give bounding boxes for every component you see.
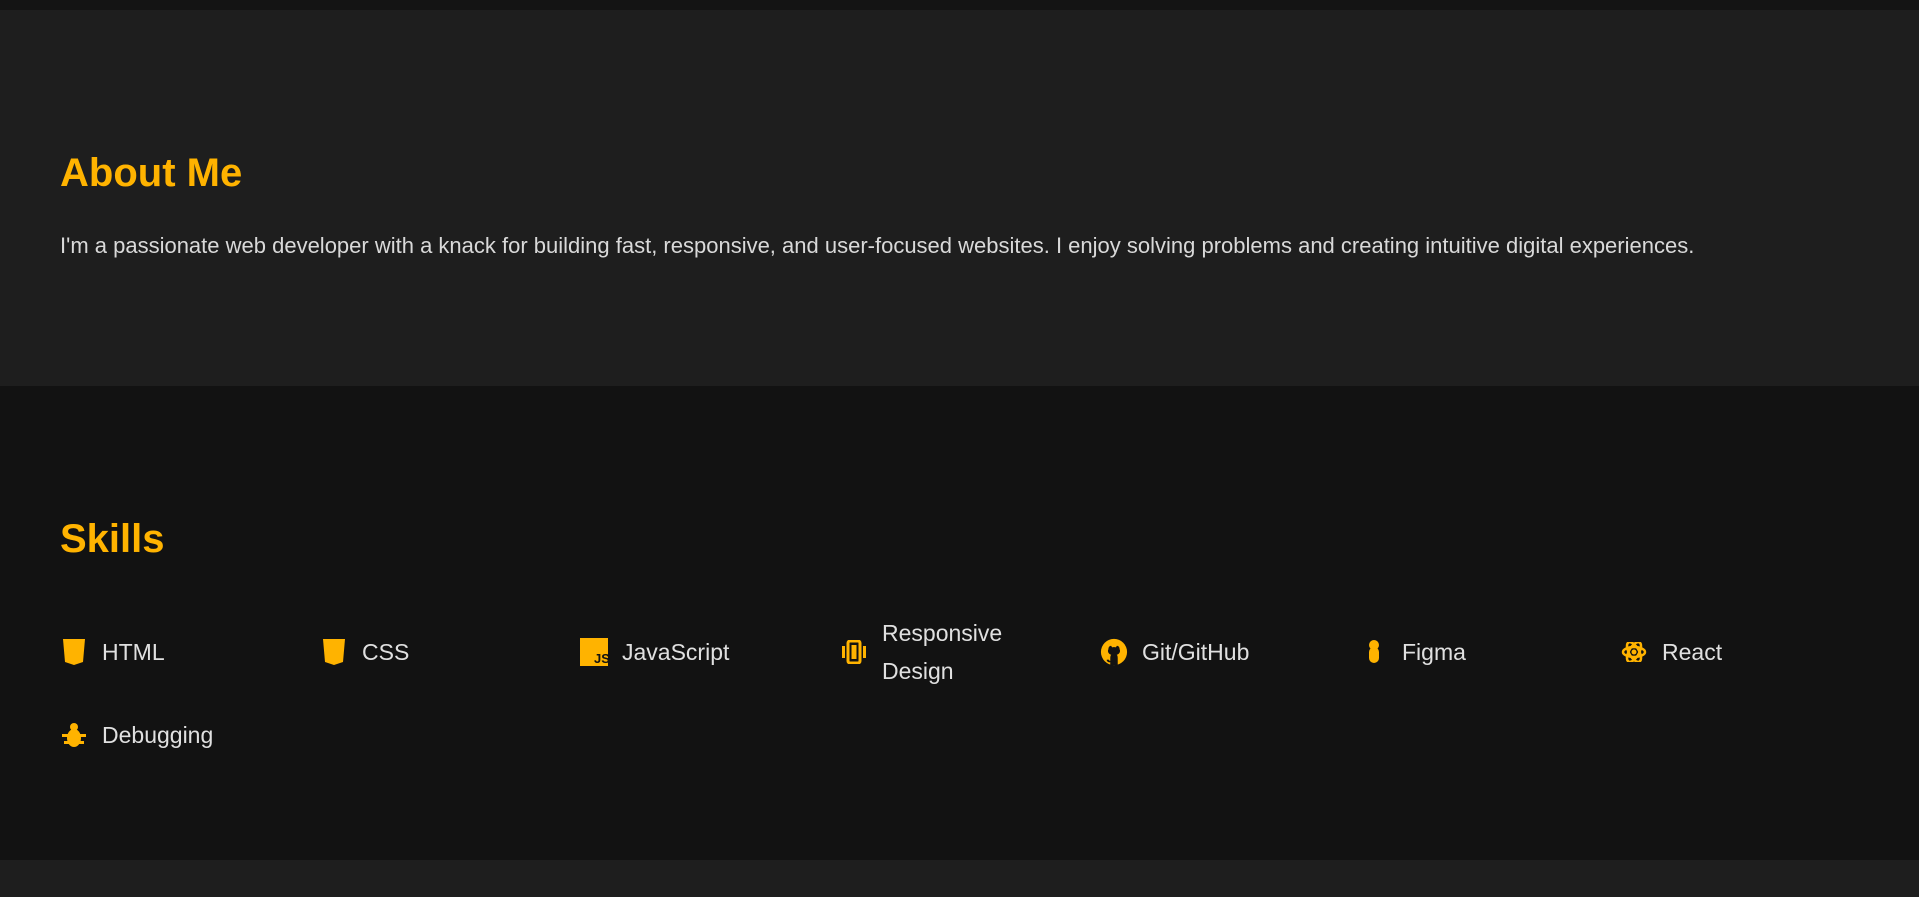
skill-item-figma: Figma (1360, 614, 1620, 690)
skills-grid: HTML CSS JS JavaScript Responsive Design… (60, 614, 1880, 754)
skill-item-git-github: Git/GitHub (1100, 614, 1360, 690)
github-icon (1100, 638, 1128, 666)
figma-icon (1360, 638, 1388, 666)
skill-item-debugging: Debugging (60, 716, 320, 754)
skill-label: CSS (362, 639, 410, 665)
about-text: I'm a passionate web developer with a kn… (60, 233, 1695, 258)
skill-item-css: CSS (320, 614, 580, 690)
about-section: About Me I'm a passionate web developer … (0, 10, 1919, 386)
javascript-icon: JS (580, 638, 608, 666)
skill-label: Figma (1402, 639, 1466, 665)
skill-item-html: HTML (60, 614, 320, 690)
skill-item-javascript: JS JavaScript (580, 614, 840, 690)
react-icon (1620, 638, 1648, 666)
skill-item-react: React (1620, 614, 1880, 690)
css3-icon (320, 638, 348, 666)
next-section-edge (0, 860, 1919, 897)
about-heading: About Me (60, 151, 243, 195)
svg-text:JS: JS (594, 651, 608, 666)
skill-item-responsive-design: Responsive Design (840, 614, 1100, 690)
skill-label: Debugging (102, 722, 214, 748)
skill-label: HTML (102, 639, 165, 665)
skills-heading: Skills (60, 517, 165, 561)
skill-label: Responsive Design (882, 620, 1003, 684)
top-strip (0, 0, 1919, 10)
skills-section: Skills HTML CSS JS JavaScript Responsive… (0, 386, 1919, 860)
bug-icon (60, 721, 88, 749)
responsive-device-icon (840, 638, 868, 666)
html5-icon (60, 638, 88, 666)
skill-label: JavaScript (622, 639, 730, 665)
skill-label: Git/GitHub (1142, 639, 1250, 665)
skill-label: React (1662, 639, 1723, 665)
